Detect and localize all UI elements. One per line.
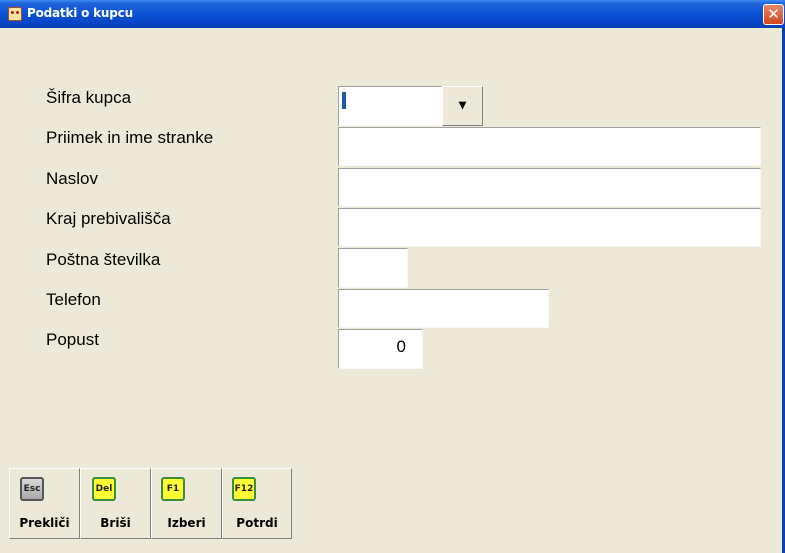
close-icon: ✕ xyxy=(767,5,780,23)
window-title: Podatki o kupcu xyxy=(27,6,133,20)
confirm-button[interactable]: F12 Potrdi xyxy=(222,468,292,539)
select-button[interactable]: F1 Izberi xyxy=(151,468,222,539)
label-popust: Popust xyxy=(46,330,99,349)
close-button[interactable]: ✕ xyxy=(763,4,784,25)
confirm-button-label: Potrdi xyxy=(236,516,278,530)
delete-button[interactable]: Del Briši xyxy=(80,468,151,539)
select-button-label: Izberi xyxy=(167,516,206,530)
popust-value: 0 xyxy=(396,337,406,356)
priimek-ime-input[interactable] xyxy=(338,127,761,166)
dropdown-arrow-icon: ▾ xyxy=(458,96,467,112)
app-icon[interactable] xyxy=(8,7,22,21)
text-caret xyxy=(342,92,346,109)
cancel-button[interactable]: Esc Prekliči xyxy=(9,468,80,539)
popust-input[interactable]: 0 xyxy=(338,329,423,369)
naslov-input[interactable] xyxy=(338,168,761,207)
label-postna-stevilka: Poštna številka xyxy=(46,250,161,269)
title-bar[interactable]: Podatki o kupcu ✕ xyxy=(0,0,785,28)
kraj-input[interactable] xyxy=(338,208,761,247)
del-key-icon: Del xyxy=(92,477,116,501)
sifra-kupca-input[interactable] xyxy=(338,86,442,126)
f12-key-icon: F12 xyxy=(232,477,256,501)
postna-stevilka-input[interactable] xyxy=(338,248,408,288)
label-kraj: Kraj prebivališča xyxy=(46,209,171,228)
label-telefon: Telefon xyxy=(46,290,101,309)
label-naslov: Naslov xyxy=(46,169,98,188)
label-sifra-kupca: Šifra kupca xyxy=(46,88,132,107)
esc-key-icon: Esc xyxy=(20,477,44,501)
cancel-button-label: Prekliči xyxy=(19,516,70,530)
f1-key-icon: F1 xyxy=(161,477,185,501)
label-priimek-ime: Priimek in ime stranke xyxy=(46,128,214,147)
telefon-input[interactable] xyxy=(338,289,549,328)
delete-button-label: Briši xyxy=(100,516,131,530)
sifra-kupca-dropdown-button[interactable]: ▾ xyxy=(442,86,483,126)
